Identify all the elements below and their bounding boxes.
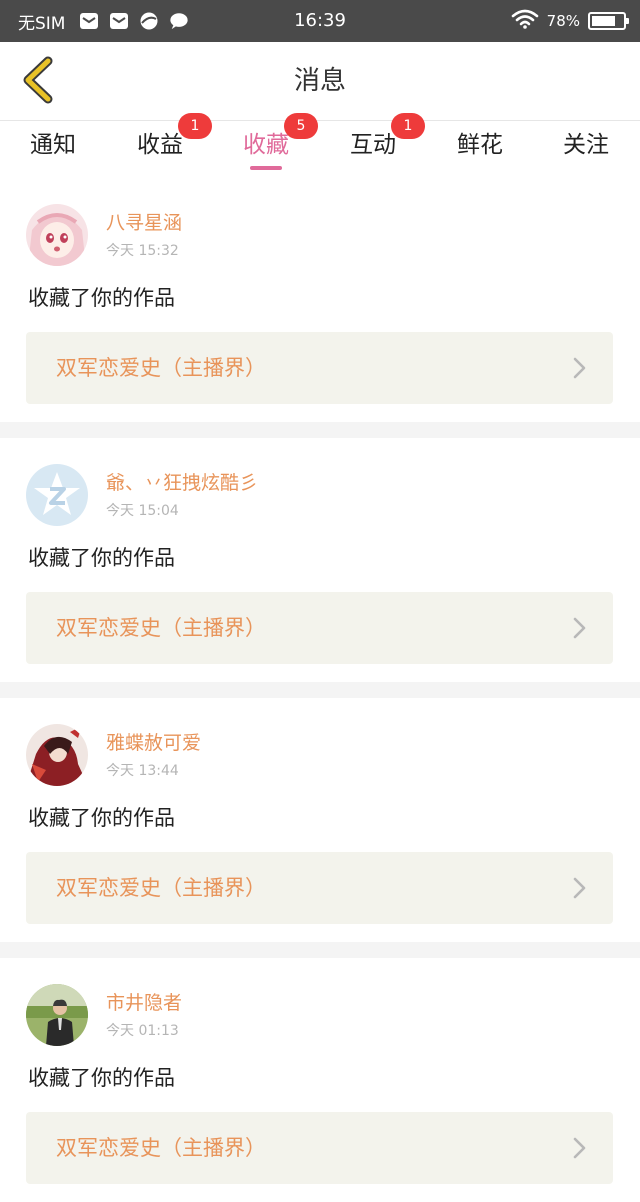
tab-label: 收藏: [243, 132, 289, 158]
message-card: 八寻星涵 今天 15:32 收藏了你的作品 双军恋爱史（主播界）: [0, 178, 640, 422]
message-card: 爺、丷狂拽炫酷彡 今天 15:04 收藏了你的作品 双军恋爱史（主播界）: [0, 438, 640, 682]
work-title: 双军恋爱史（主播界）: [56, 876, 266, 900]
chevron-right-icon: [573, 1137, 586, 1159]
unread-badge: 1: [178, 113, 212, 139]
back-arrow-icon: [23, 56, 53, 104]
page-title: 消息: [293, 66, 346, 96]
timestamp: 今天 15:04: [106, 503, 179, 519]
work-title: 双军恋爱史（主播界）: [56, 616, 266, 640]
tab-interactions[interactable]: 互动 1: [320, 113, 426, 178]
action-text: 收藏了你的作品: [28, 286, 175, 310]
chevron-right-icon: [573, 877, 586, 899]
user-name[interactable]: 雅蝶赦可爱: [106, 728, 201, 755]
tab-follows[interactable]: 关注: [533, 121, 639, 178]
wifi-icon: [511, 9, 539, 33]
tab-earnings[interactable]: 收益 1: [107, 113, 213, 178]
tab-bar: 通知 收益 1 收藏 5 互动 1 鲜花 关注: [0, 113, 640, 178]
back-button[interactable]: [10, 52, 66, 108]
chevron-right-icon: [573, 357, 586, 379]
tab-label: 通知: [30, 132, 76, 158]
work-link[interactable]: 双军恋爱史（主播界）: [26, 1112, 613, 1184]
work-title: 双军恋爱史（主播界）: [56, 356, 266, 380]
battery-icon: [588, 12, 629, 30]
tab-favorites[interactable]: 收藏 5: [213, 113, 319, 178]
tab-label: 关注: [563, 132, 609, 158]
action-text: 收藏了你的作品: [28, 1066, 175, 1090]
tab-notifications[interactable]: 通知: [0, 121, 106, 178]
battery-percent: 78%: [546, 12, 580, 30]
avatar[interactable]: [26, 464, 88, 526]
avatar[interactable]: [26, 204, 88, 266]
status-bar: 无SIM 16:39 78%: [0, 0, 640, 42]
user-name[interactable]: 市井隐者: [106, 988, 182, 1015]
unread-badge: 1: [391, 113, 425, 139]
timestamp: 今天 15:32: [106, 243, 179, 259]
tab-flowers[interactable]: 鲜花: [427, 121, 533, 178]
nav-bar: 消息: [0, 42, 640, 120]
message-card: 市井隐者 今天 01:13 收藏了你的作品 双军恋爱史（主播界）: [0, 958, 640, 1202]
unread-badge: 5: [284, 113, 318, 139]
action-text: 收藏了你的作品: [28, 546, 175, 570]
tab-label: 鲜花: [457, 132, 503, 158]
timestamp: 今天 01:13: [106, 1023, 179, 1039]
tab-label: 互动: [350, 132, 396, 158]
active-tab-indicator: [250, 166, 282, 170]
user-name[interactable]: 爺、丷狂拽炫酷彡: [106, 468, 258, 495]
action-text: 收藏了你的作品: [28, 806, 175, 830]
work-link[interactable]: 双军恋爱史（主播界）: [26, 592, 613, 664]
work-link[interactable]: 双军恋爱史（主播界）: [26, 332, 613, 404]
avatar[interactable]: [26, 984, 88, 1046]
user-name[interactable]: 八寻星涵: [106, 208, 182, 235]
tab-label: 收益: [137, 132, 183, 158]
work-link[interactable]: 双军恋爱史（主播界）: [26, 852, 613, 924]
status-bar-right: 78%: [511, 0, 629, 42]
avatar[interactable]: [26, 724, 88, 786]
battery-level: [592, 16, 616, 26]
chevron-right-icon: [573, 617, 586, 639]
message-card: 雅蝶赦可爱 今天 13:44 收藏了你的作品 双军恋爱史（主播界）: [0, 698, 640, 942]
timestamp: 今天 13:44: [106, 763, 179, 779]
work-title: 双军恋爱史（主播界）: [56, 1136, 266, 1160]
